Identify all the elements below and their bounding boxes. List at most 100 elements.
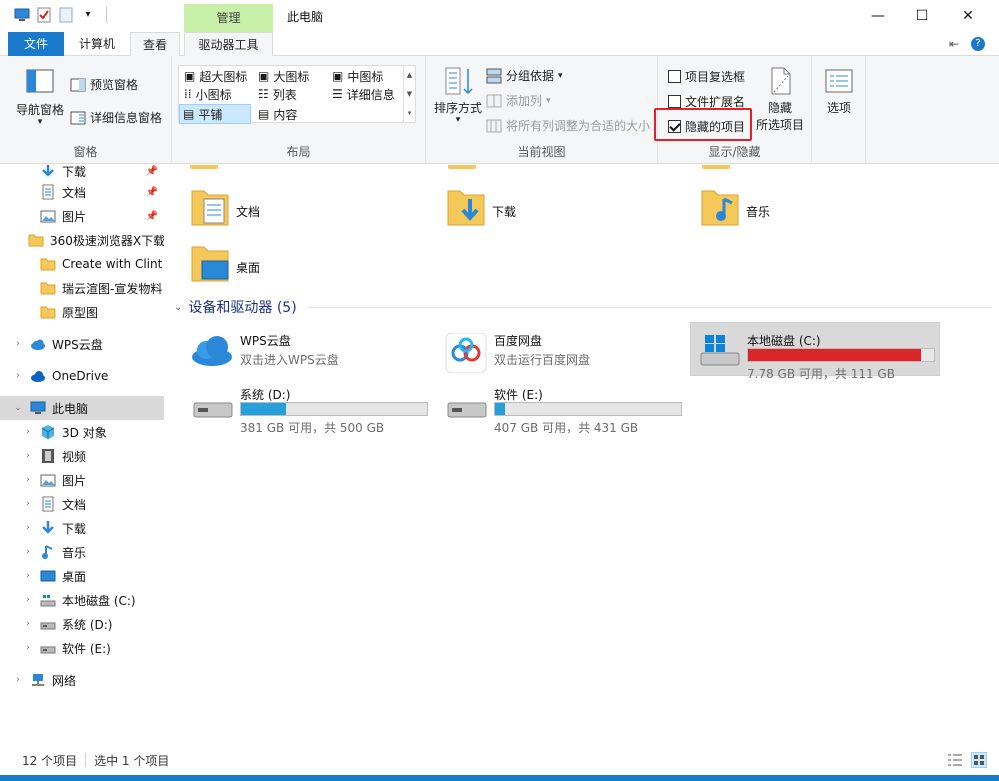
folder-tile-documents[interactable]: 文档 xyxy=(190,183,420,231)
folder-tile-desktop[interactable]: 桌面 xyxy=(190,239,420,287)
nav-item-drive-d[interactable]: › 系统 (D:) xyxy=(0,612,164,636)
scroll-up-icon[interactable]: ▲ xyxy=(407,71,412,79)
content-area[interactable]: 文档 下载 音乐 桌面 ⌄ 设备和驱动器 (5) WPS云盘 双击进入WPS云盘 xyxy=(166,165,999,745)
maximize-button[interactable]: ☐ xyxy=(899,0,945,32)
chevron-right-icon[interactable]: › xyxy=(22,523,34,533)
tab-computer[interactable]: 计算机 xyxy=(68,32,126,56)
nav-item-documents-quick[interactable]: 文档 📌 xyxy=(0,180,164,204)
details-pane-button[interactable]: 详细信息窗格 xyxy=(70,109,162,126)
nav-item-wps-cloud[interactable]: › WPS云盘 xyxy=(0,332,164,356)
tab-view[interactable]: 查看 xyxy=(130,32,180,56)
minimize-button[interactable]: — xyxy=(855,0,901,32)
fit-columns-button[interactable]: 将所有列调整为合适的大小 xyxy=(486,117,650,134)
nav-item-folder[interactable]: 瑞云渲图-宣发物料 xyxy=(0,276,164,300)
sort-by-button[interactable]: 排序方式 ▾ xyxy=(430,66,486,125)
drive-usage-fill xyxy=(748,349,921,361)
folder-icon[interactable] xyxy=(448,165,476,169)
chevron-right-icon[interactable]: › xyxy=(12,371,24,381)
nav-pane-button[interactable]: 导航窗格 ▾ xyxy=(12,68,68,127)
tab-file[interactable]: 文件 xyxy=(8,32,64,56)
device-tile-drive-c[interactable]: 本地磁盘 (C:) 7.78 GB 可用，共 111 GB xyxy=(690,322,940,381)
drive-usage-fill xyxy=(495,403,506,415)
device-tile-drive-e[interactable]: 软件 (E:) 407 GB 可用，共 431 GB xyxy=(438,377,688,435)
preview-pane-button[interactable]: 预览窗格 xyxy=(70,76,138,93)
folder-tile-music[interactable]: 音乐 xyxy=(700,183,930,231)
folder-icon[interactable] xyxy=(702,165,730,169)
properties-icon[interactable] xyxy=(36,7,52,23)
chevron-right-icon[interactable]: › xyxy=(22,475,34,485)
nav-item-network[interactable]: › 网络 xyxy=(0,668,164,692)
group-by-button[interactable]: 分组依据 ▾ xyxy=(486,67,563,84)
devices-section-header[interactable]: ⌄ 设备和驱动器 (5) xyxy=(174,297,992,317)
pin-icon[interactable]: 📌 xyxy=(146,211,158,222)
layout-details[interactable]: ☰ 详细信息 xyxy=(329,84,398,104)
folder-tile-downloads[interactable]: 下载 xyxy=(446,183,676,231)
nav-item-desktop[interactable]: › 桌面 xyxy=(0,564,164,588)
nav-item-pictures[interactable]: › 图片 xyxy=(0,468,164,492)
chevron-right-icon[interactable]: › xyxy=(12,675,24,685)
chevron-right-icon[interactable]: › xyxy=(22,451,34,461)
details-view-icon[interactable] xyxy=(947,753,963,770)
pin-icon[interactable]: 📌 xyxy=(146,187,158,198)
layout-small-icons[interactable]: ⁞⁞ 小图标 xyxy=(181,84,235,104)
nav-item-3d-objects[interactable]: › 3D 对象 xyxy=(0,420,164,444)
layout-content[interactable]: ▤ 内容 xyxy=(255,104,300,124)
layout-extra-large-icons[interactable]: ▣ 超大图标 xyxy=(181,66,250,86)
tab-drive-tools[interactable]: 驱动器工具 xyxy=(184,32,273,56)
nav-item-folder[interactable]: 360极速浏览器X下载 xyxy=(0,228,164,252)
chevron-right-icon[interactable]: › xyxy=(22,595,34,605)
chevron-down-icon[interactable]: ▾ xyxy=(80,7,96,23)
sort-by-icon xyxy=(445,67,473,95)
add-column-button[interactable]: 添加列 ▾ xyxy=(486,92,551,109)
current-view-group-label: 当前视图 xyxy=(517,145,566,159)
chevron-down-icon[interactable]: ⌄ xyxy=(12,403,24,413)
help-icon[interactable]: ? xyxy=(971,37,985,51)
large-icons-view-icon[interactable] xyxy=(971,752,987,768)
folder-icon[interactable] xyxy=(190,165,218,169)
chevron-right-icon[interactable]: › xyxy=(22,571,34,581)
close-button[interactable]: ✕ xyxy=(945,0,991,32)
nav-item-onedrive[interactable]: › OneDrive xyxy=(0,364,164,388)
layout-large-icons[interactable]: ▣ 大图标 xyxy=(255,66,312,86)
nav-item-pictures-quick[interactable]: 图片 📌 xyxy=(0,204,164,228)
chevron-right-icon[interactable]: › xyxy=(22,619,34,629)
hide-selected-items-button[interactable]: 隐藏 所选项目 xyxy=(752,66,808,133)
windows-drive-icon xyxy=(697,333,741,367)
layout-gallery-scroller[interactable]: ▲ ▼ ▾ xyxy=(403,66,415,122)
nav-item-documents[interactable]: › 文档 xyxy=(0,492,164,516)
chevron-right-icon[interactable]: › xyxy=(22,643,34,653)
device-tile-wps-cloud[interactable]: WPS云盘 双击进入WPS云盘 xyxy=(184,323,434,377)
nav-item-music[interactable]: › 音乐 xyxy=(0,540,164,564)
scroll-down-icon[interactable]: ▼ xyxy=(407,90,412,98)
chevron-down-icon[interactable]: ⌄ xyxy=(174,302,182,313)
expand-gallery-icon[interactable]: ▾ xyxy=(408,109,412,117)
device-tile-drive-d[interactable]: 系统 (D:) 381 GB 可用，共 500 GB xyxy=(184,377,434,435)
layout-medium-icons[interactable]: ▣ 中图标 xyxy=(329,66,386,86)
item-checkboxes-toggle[interactable]: 项目复选框 xyxy=(668,68,745,85)
computer-icon[interactable] xyxy=(14,7,30,23)
nav-item-folder[interactable]: Create with Clint xyxy=(0,252,164,276)
pin-icon[interactable]: 📌 xyxy=(146,166,158,177)
network-icon xyxy=(30,672,46,688)
nav-item-drive-c[interactable]: › 本地磁盘 (C:) xyxy=(0,588,164,612)
file-extensions-checkbox[interactable] xyxy=(668,95,681,108)
nav-item-folder[interactable]: 原型图 xyxy=(0,300,164,324)
chevron-right-icon[interactable]: › xyxy=(12,339,24,349)
nav-item-this-pc[interactable]: ⌄ 此电脑 xyxy=(0,396,164,420)
options-button[interactable]: 选项 xyxy=(814,68,864,116)
panes-group-label: 窗格 xyxy=(73,145,98,159)
chevron-right-icon[interactable]: › xyxy=(22,547,34,557)
item-checkboxes-checkbox[interactable] xyxy=(668,70,681,83)
nav-item-label: 原型图 xyxy=(62,305,99,320)
device-tile-baidu-netdisk[interactable]: 百度网盘 双击运行百度网盘 xyxy=(438,323,688,377)
nav-item-drive-e[interactable]: › 软件 (E:) xyxy=(0,636,164,660)
chevron-right-icon[interactable]: › xyxy=(22,427,34,437)
pin-ribbon-icon[interactable]: ⇤ xyxy=(949,37,959,51)
navigation-pane[interactable]: 下载 📌 文档 📌 图片 📌 360极速浏览器X下载 Create with C… xyxy=(0,165,166,745)
nav-item-videos[interactable]: › 视频 xyxy=(0,444,164,468)
chevron-right-icon[interactable]: › xyxy=(22,499,34,509)
new-folder-icon[interactable] xyxy=(58,7,74,23)
nav-item-downloads[interactable]: › 下载 xyxy=(0,516,164,540)
layout-tiles[interactable]: ▤ 平铺 xyxy=(179,104,251,124)
layout-list[interactable]: ☷ 列表 xyxy=(255,84,300,104)
